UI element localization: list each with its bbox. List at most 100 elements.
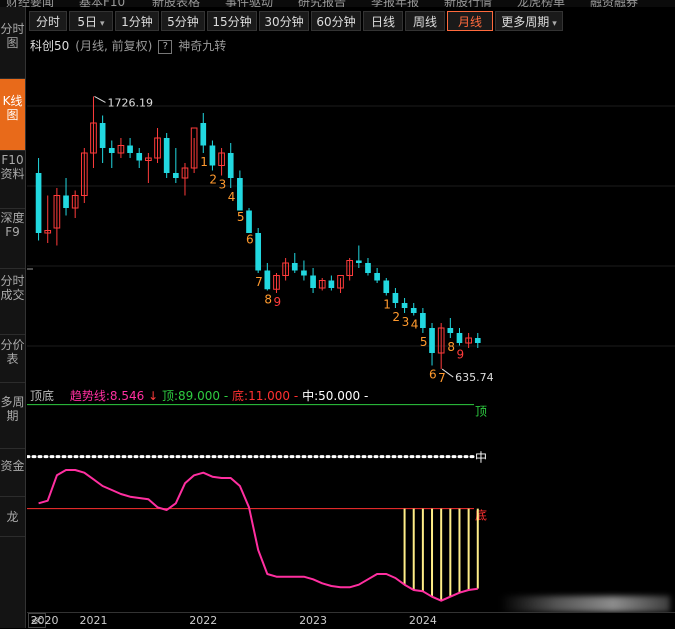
candle-body	[447, 328, 454, 333]
help-button[interactable]: ?	[158, 39, 173, 54]
indicator-name[interactable]: 神奇九转	[178, 39, 226, 53]
candle[interactable]	[291, 253, 298, 273]
period-button-1[interactable]: 5日	[69, 11, 113, 31]
candle[interactable]	[108, 140, 115, 169]
candle[interactable]	[71, 190, 79, 219]
sidebar-item-6[interactable]: 多周期	[0, 383, 25, 449]
top-label: 顶:	[161, 389, 179, 403]
sidebar-item-2[interactable]: F10资料	[0, 151, 25, 209]
candle[interactable]	[35, 158, 42, 241]
candle[interactable]	[318, 278, 326, 291]
top-level-tag: 顶	[475, 405, 487, 419]
candle[interactable]	[383, 278, 390, 296]
sidebar-item-3[interactable]: 深度F9	[0, 209, 25, 269]
candle[interactable]	[374, 268, 380, 283]
period-button-8[interactable]: 周线	[405, 11, 445, 31]
candle[interactable]	[392, 288, 399, 308]
candle[interactable]	[99, 115, 106, 164]
top-bottom-indicator-chart[interactable]: 顶中底	[27, 404, 675, 612]
bottom-value: 11.000	[248, 389, 291, 403]
security-name: 科创50	[30, 39, 70, 53]
period-button-0[interactable]: 分时	[29, 11, 67, 31]
candle[interactable]	[355, 245, 362, 269]
candle[interactable]	[237, 170, 243, 211]
candle[interactable]	[200, 113, 207, 153]
top-menu-item[interactable]: 新股行情	[444, 0, 492, 7]
candle[interactable]	[337, 275, 344, 294]
candle[interactable]	[145, 153, 152, 183]
candle[interactable]	[80, 148, 88, 203]
candle[interactable]	[117, 138, 125, 158]
candle-body	[163, 138, 170, 173]
candle[interactable]	[301, 260, 307, 281]
candle[interactable]	[227, 143, 234, 188]
candle[interactable]	[154, 128, 161, 163]
candle[interactable]	[273, 273, 280, 293]
candle[interactable]	[163, 133, 170, 178]
candle[interactable]	[401, 298, 408, 313]
period-button-3[interactable]: 5分钟	[161, 11, 205, 31]
candle[interactable]	[310, 268, 316, 293]
sidebar-item-8[interactable]: 龙	[0, 497, 25, 537]
candle-body	[301, 270, 307, 276]
period-button-4[interactable]: 15分钟	[207, 11, 257, 31]
period-button-5[interactable]: 30分钟	[259, 11, 309, 31]
candle[interactable]	[181, 163, 189, 196]
candle[interactable]	[282, 258, 289, 281]
x-axis-label: 2020	[30, 614, 59, 627]
sidebar-item-7[interactable]: 资金	[0, 449, 25, 497]
period-button-10[interactable]: 更多周期	[495, 11, 563, 31]
candle-body	[456, 333, 463, 343]
top-menu-item[interactable]: 事件驱动	[225, 0, 273, 7]
candle[interactable]	[447, 318, 454, 338]
candle[interactable]	[190, 127, 198, 173]
candle[interactable]	[53, 188, 61, 246]
sidebar-item-5[interactable]: 分价表	[0, 335, 25, 383]
candle-body	[410, 308, 417, 313]
candle[interactable]	[410, 303, 417, 316]
candle[interactable]	[218, 148, 225, 176]
period-button-9[interactable]: 月线	[447, 11, 493, 31]
candle[interactable]	[209, 140, 216, 171]
top-menu-item[interactable]: 研究报告	[298, 0, 346, 7]
candle[interactable]	[44, 195, 52, 244]
annotation-leader	[94, 96, 106, 103]
nine-turn-label: 1	[200, 155, 208, 169]
candle[interactable]	[328, 275, 335, 291]
top-menu-item[interactable]: 季报年报	[371, 0, 419, 7]
candle[interactable]	[90, 96, 97, 168]
candle[interactable]	[365, 258, 371, 276]
candle[interactable]	[127, 138, 133, 158]
period-button-2[interactable]: 1分钟	[115, 11, 159, 31]
top-menu-item[interactable]: 新股表格	[152, 0, 200, 7]
top-menu-item[interactable]: 龙虎榜单	[517, 0, 565, 7]
candle[interactable]	[136, 148, 143, 168]
sidebar-item-1[interactable]: K线图	[0, 79, 25, 151]
period-button-6[interactable]: 60分钟	[311, 11, 361, 31]
candle[interactable]	[346, 258, 354, 281]
candle[interactable]	[172, 148, 179, 183]
nine-turn-label: 3	[219, 178, 227, 192]
candle[interactable]	[246, 208, 252, 233]
sidebar-item-4[interactable]: 分时成交	[0, 269, 25, 335]
candle[interactable]	[63, 178, 69, 216]
candle[interactable]	[420, 308, 426, 333]
candle[interactable]	[429, 323, 435, 366]
top-menu-item[interactable]: 财经要闻	[6, 0, 54, 7]
period-button-7[interactable]: 日线	[363, 11, 403, 31]
x-axis-label: 2023	[299, 614, 328, 627]
nine-turn-label: 6	[246, 233, 254, 247]
trend-label: 趋势线:	[69, 389, 110, 403]
top-menu-item[interactable]: 基本F10	[79, 0, 125, 7]
top-menu-item[interactable]: 融资融券	[590, 0, 638, 7]
top-value: 89.000	[178, 389, 221, 403]
mid-label: 中:	[302, 389, 319, 403]
candle-body	[355, 260, 362, 263]
candle[interactable]	[255, 228, 262, 273]
bottom-dash: -	[293, 389, 299, 403]
candlestick-chart[interactable]: 1726.19635.7412 345678 9 12 3 456 789	[27, 56, 675, 388]
candle-body	[209, 145, 216, 166]
candle[interactable]	[264, 263, 271, 291]
candle[interactable]	[456, 328, 463, 346]
sidebar-item-0[interactable]: 分时图	[0, 7, 25, 79]
